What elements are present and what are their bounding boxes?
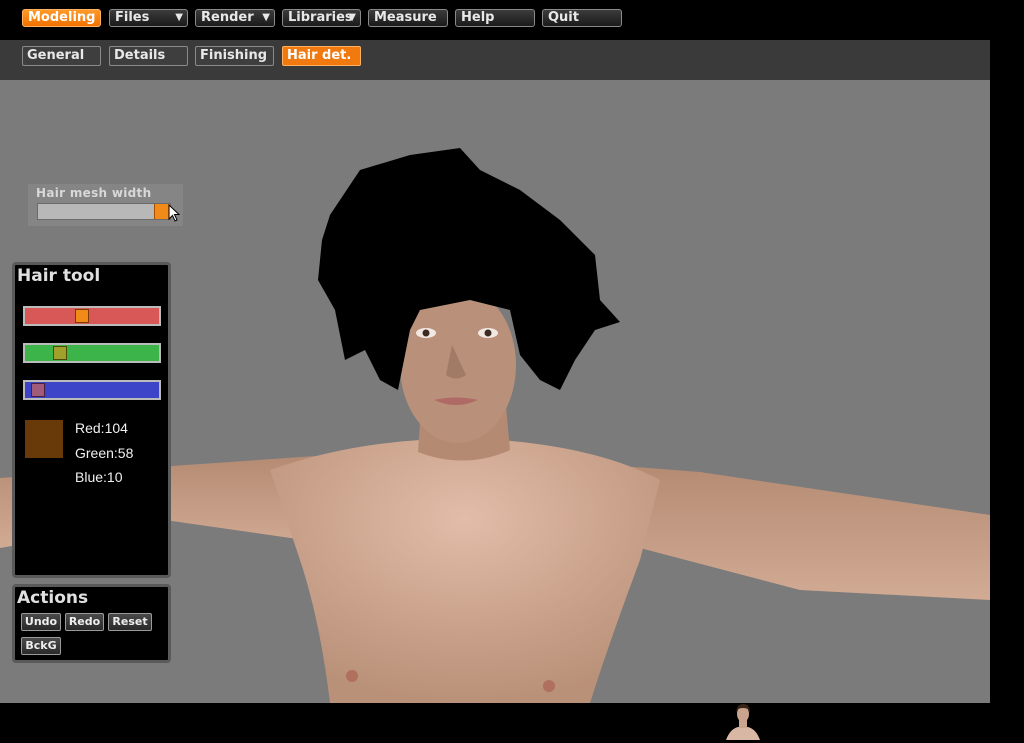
avatar-thumbnail-icon[interactable] (722, 703, 764, 740)
reset-button[interactable]: Reset (108, 613, 152, 631)
green-slider-thumb[interactable] (53, 346, 67, 360)
tab-details[interactable]: Details (109, 46, 188, 66)
hair-mesh-width-slider[interactable] (37, 203, 171, 220)
hair-mesh-width-label: Hair mesh width (36, 186, 152, 200)
tab-hair-details[interactable]: Hair det. (282, 46, 361, 66)
blue-slider-thumb[interactable] (31, 383, 45, 397)
hair-tool-title: Hair tool (17, 266, 101, 286)
mouse-pointer-icon (168, 204, 180, 222)
tab-finishing-label: Finishing (200, 48, 268, 63)
green-slider[interactable] (23, 343, 161, 363)
tab-hair-details-label: Hair det. (287, 48, 352, 63)
undo-label: Undo (24, 615, 58, 628)
menu-modeling-label: Modeling (28, 10, 96, 25)
undo-button[interactable]: Undo (21, 613, 61, 631)
menu-render-label: Render (201, 10, 254, 25)
green-value: Green:58 (75, 445, 134, 461)
menu-libraries-label: Libraries (288, 10, 353, 25)
menu-measure[interactable]: Measure (368, 9, 448, 27)
tab-finishing[interactable]: Finishing (195, 46, 274, 66)
background-button[interactable]: BckG (21, 637, 61, 655)
menu-files[interactable]: Files ▼ (109, 9, 188, 27)
hair-tool-panel: Hair tool Red:104 Green:58 Blue:10 (12, 262, 171, 578)
menu-files-label: Files (115, 10, 150, 25)
color-swatch (25, 420, 63, 458)
red-slider-thumb[interactable] (75, 309, 89, 323)
menu-render[interactable]: Render ▼ (195, 9, 275, 27)
modeling-tab-bar: General Details Finishing Hair det. (0, 40, 990, 80)
dropdown-caret-icon: ▼ (348, 12, 356, 23)
redo-label: Redo (68, 615, 101, 628)
3d-viewport[interactable]: Hair mesh width Hair tool Red:104 Green:… (0, 80, 990, 703)
blue-value: Blue:10 (75, 469, 123, 485)
reset-label: Reset (112, 615, 148, 628)
dropdown-caret-icon: ▼ (175, 12, 183, 23)
red-slider[interactable] (23, 306, 161, 326)
menu-measure-label: Measure (374, 10, 437, 25)
hair-mesh-width-control: Hair mesh width (28, 184, 183, 226)
menu-libraries[interactable]: Libraries ▼ (282, 9, 361, 27)
blue-slider[interactable] (23, 380, 161, 400)
bottom-bar (0, 703, 1024, 743)
torso (270, 440, 660, 703)
right-border (990, 40, 1024, 703)
menu-quit[interactable]: Quit (542, 9, 622, 27)
actions-title: Actions (17, 588, 89, 608)
redo-button[interactable]: Redo (65, 613, 104, 631)
main-menu-bar: Modeling Files ▼ Render ▼ Libraries ▼ Measu… (0, 0, 1024, 40)
dropdown-caret-icon: ▼ (262, 12, 270, 23)
actions-panel: Actions Undo Redo Reset BckG (12, 584, 171, 663)
red-value: Red:104 (75, 420, 128, 436)
menu-help[interactable]: Help (455, 9, 535, 27)
menu-modeling[interactable]: Modeling (22, 9, 101, 27)
background-label: BckG (25, 639, 57, 652)
tab-general-label: General (27, 48, 85, 63)
menu-help-label: Help (461, 10, 495, 25)
tab-details-label: Details (114, 48, 166, 63)
menu-quit-label: Quit (548, 10, 579, 25)
tab-general[interactable]: General (22, 46, 101, 66)
